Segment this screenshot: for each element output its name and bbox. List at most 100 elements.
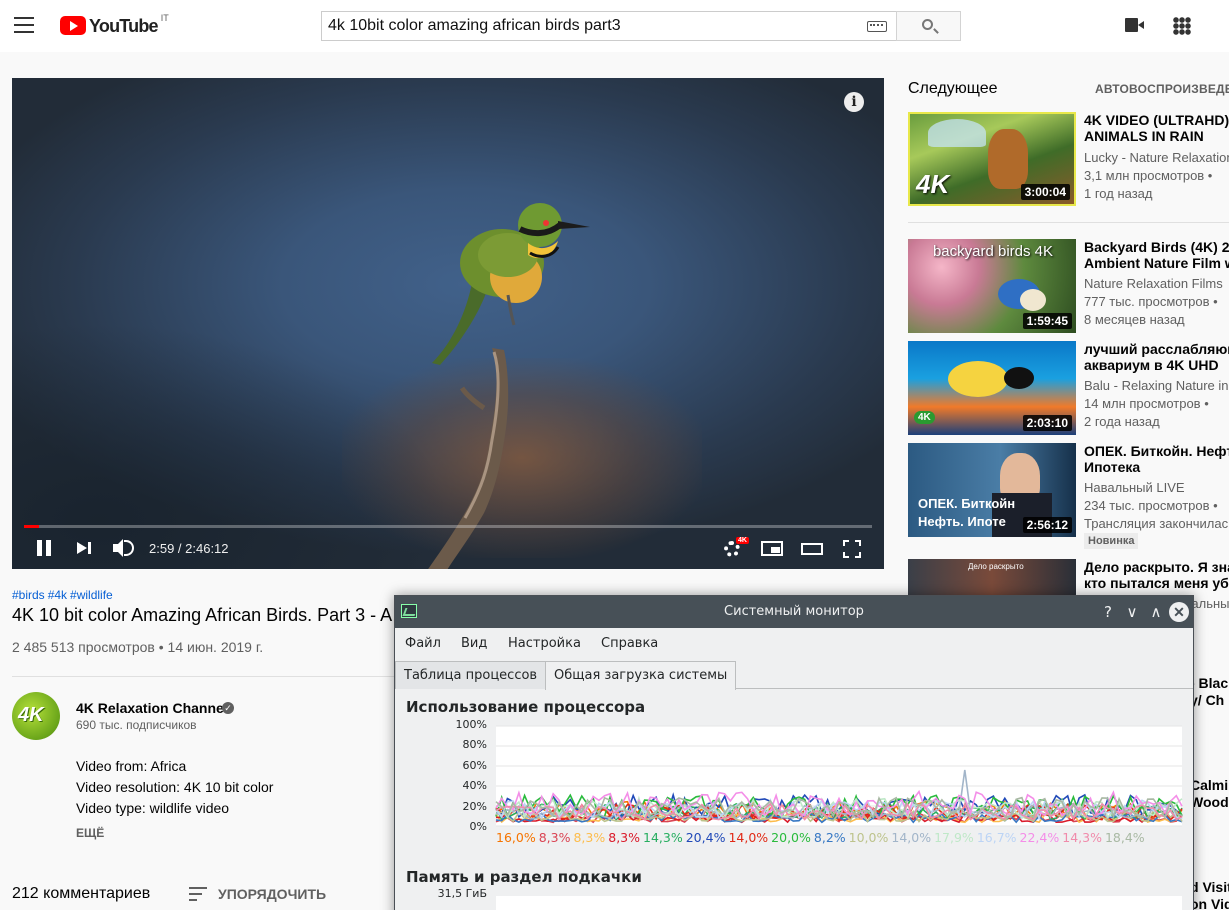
recommended-video[interactable]: ОПЕК. Биткойн Нефть. Ипоте 2:56:12 ОПЕК.…	[908, 443, 1229, 549]
maximize-button[interactable]: ∧	[1146, 602, 1166, 622]
menu-help[interactable]: Справка	[601, 636, 658, 651]
hashtags: #birds #4k #wildlife	[12, 588, 116, 602]
miniplayer-icon[interactable]	[761, 536, 783, 560]
video-duration: 2:03:10	[1022, 415, 1072, 431]
menu-file[interactable]: Файл	[405, 636, 441, 651]
title-line: Дело раскрыто. Я зна	[1084, 559, 1229, 575]
time-display: 2:59 / 2:46:12	[149, 541, 229, 556]
recommended-video[interactable]: 4K 2:03:10 лучший расслабляющ аквариум в …	[908, 341, 1229, 435]
recommended-video[interactable]: backyard birds 4K 1:59:45 Backyard Birds…	[908, 239, 1229, 333]
window-titlebar[interactable]: Системный монитор ? ∨ ∧ ✕	[395, 596, 1193, 628]
recommended-video[interactable]: 4K 3:00:04 4K VIDEO (ULTRAHD) WANIMALS I…	[908, 112, 1229, 206]
upload-age: 8 месяцев назад	[1084, 312, 1185, 327]
logo-text: YouTube	[89, 16, 159, 36]
help-button[interactable]: ?	[1098, 602, 1118, 622]
cpu-core-value: 8,2%	[813, 830, 846, 845]
cpu-core-value: 8,3%	[608, 830, 641, 845]
peek-title: on Vid	[1190, 896, 1229, 910]
logo-country-code: IT	[160, 13, 169, 23]
video-thumbnail[interactable]: 4K 2:03:10	[908, 341, 1076, 435]
cpu-core-value: 18,4%	[1104, 830, 1145, 845]
fullscreen-icon[interactable]	[842, 536, 862, 560]
info-icon[interactable]: i	[844, 92, 864, 112]
menu-view[interactable]: Вид	[461, 636, 487, 651]
pause-icon[interactable]	[36, 536, 52, 560]
close-button[interactable]: ✕	[1169, 602, 1189, 622]
cpu-core-value: 8,3%	[573, 830, 606, 845]
comments-count: 212 комментариев	[12, 885, 151, 902]
description-line: Video from: Africa	[76, 758, 187, 774]
settings-icon[interactable]: 4K	[722, 536, 749, 560]
hashtag-link[interactable]: #birds	[12, 588, 45, 602]
progress-bar[interactable]	[24, 525, 872, 528]
autoplay-label[interactable]: АВТОВОСПРОИЗВЕДЕ	[1095, 82, 1229, 96]
video-title: 4K 10 bit color Amazing African Birds. P…	[12, 605, 393, 625]
hashtag-link[interactable]: #wildlife	[70, 588, 113, 602]
title-line: Backyard Birds (4K) 2 H	[1084, 239, 1229, 255]
video-title: 4K VIDEO (ULTRAHD) WANIMALS IN RAIN	[1084, 112, 1229, 144]
memory-chart	[496, 896, 1182, 910]
cpu-core-value: 14,0%	[728, 830, 769, 845]
view-count: 14 млн просмотров •	[1084, 396, 1209, 411]
tab-process-table[interactable]: Таблица процессов	[395, 661, 547, 689]
menu-bar: Файл Вид Настройка Справка	[395, 628, 1193, 656]
search-input[interactable]	[322, 12, 852, 40]
thumbnail-text: 4K	[914, 411, 935, 424]
minimize-button[interactable]: ∨	[1122, 602, 1142, 622]
menu-settings[interactable]: Настройка	[508, 636, 581, 651]
cpu-usage-chart	[495, 725, 1183, 827]
channel-avatar[interactable]: 4K	[12, 692, 60, 740]
peek-title: Calmi	[1190, 777, 1229, 793]
description-line: Video type: wildlife video	[76, 800, 230, 816]
create-video-icon[interactable]	[1125, 18, 1144, 32]
avatar-text: 4K	[18, 704, 44, 726]
peek-title: Woods	[1190, 794, 1229, 810]
upload-age: Трансляция закончилась	[1084, 516, 1229, 531]
more-options-icon[interactable]: ⋮	[1221, 15, 1229, 36]
system-monitor-window: Системный монитор ? ∨ ∧ ✕ Файл Вид Настр…	[394, 595, 1194, 910]
progress-bar-played	[24, 525, 40, 528]
title-line: Ambient Nature Film wi	[1084, 255, 1229, 271]
video-thumbnail[interactable]: 4K 3:00:04	[908, 112, 1076, 206]
hamburger-menu-icon[interactable]	[14, 17, 34, 33]
view-count: 3,1 млн просмотров •	[1084, 168, 1213, 183]
search-button[interactable]	[896, 11, 961, 41]
video-description: Video from: Africa Video resolution: 4K …	[76, 756, 273, 819]
tab-bar: Таблица процессов Общая загрузка системы	[395, 659, 1193, 690]
youtube-logo[interactable]: YouTube IT	[60, 13, 169, 37]
show-more-button[interactable]: ЕЩЁ	[76, 826, 104, 840]
video-thumbnail[interactable]: backyard birds 4K 1:59:45	[908, 239, 1076, 333]
next-video-icon[interactable]	[76, 536, 94, 560]
thumbnail-text: Дело раскрыто	[968, 562, 1024, 571]
view-count: 234 тыс. просмотров •	[1084, 498, 1218, 513]
video-thumbnail[interactable]: ОПЕК. Биткойн Нефть. Ипоте 2:56:12	[908, 443, 1076, 537]
sort-comments-button[interactable]: УПОРЯДОЧИТЬ	[218, 886, 326, 902]
upload-age: 1 год назад	[1084, 186, 1153, 201]
divider	[908, 222, 1229, 223]
video-duration: 2:56:12	[1022, 517, 1072, 533]
title-line: кто пытался меня уби	[1084, 575, 1229, 591]
hashtag-link[interactable]: #4k	[48, 588, 67, 602]
cpu-core-value: 16,0%	[496, 830, 536, 845]
sort-icon[interactable]	[189, 887, 207, 901]
search-box[interactable]	[321, 11, 897, 41]
cpu-core-value: 22,4%	[1019, 830, 1060, 845]
memory-max-label: 31,5 ГиБ	[437, 887, 487, 900]
keyboard-icon[interactable]	[867, 21, 887, 32]
peek-title: - Black	[1190, 675, 1229, 691]
tab-system-load[interactable]: Общая загрузка системы	[545, 661, 737, 690]
channel-name: Nature Relaxation Films	[1084, 276, 1223, 291]
video-player[interactable]: i 2:59 / 2:46:12 4K	[12, 78, 884, 569]
memory-heading: Память и раздел подкачки	[406, 868, 642, 886]
top-bar: YouTube IT ⋮	[0, 0, 1229, 52]
apps-grid-icon[interactable]	[1173, 17, 1191, 35]
title-line: ANIMALS IN RAIN	[1084, 128, 1204, 144]
title-line: Ипотека	[1084, 459, 1141, 475]
new-badge: Новинка	[1084, 533, 1139, 549]
title-line: аквариум в 4K UHD	[1084, 357, 1219, 373]
thumbnail-text: backyard birds 4K	[932, 243, 1054, 260]
subscriber-count: 690 тыс. подписчиков	[76, 718, 197, 732]
window-title: Системный монитор	[724, 604, 864, 619]
theater-mode-icon[interactable]	[801, 536, 823, 560]
channel-name[interactable]: 4K Relaxation Channel	[76, 700, 228, 716]
